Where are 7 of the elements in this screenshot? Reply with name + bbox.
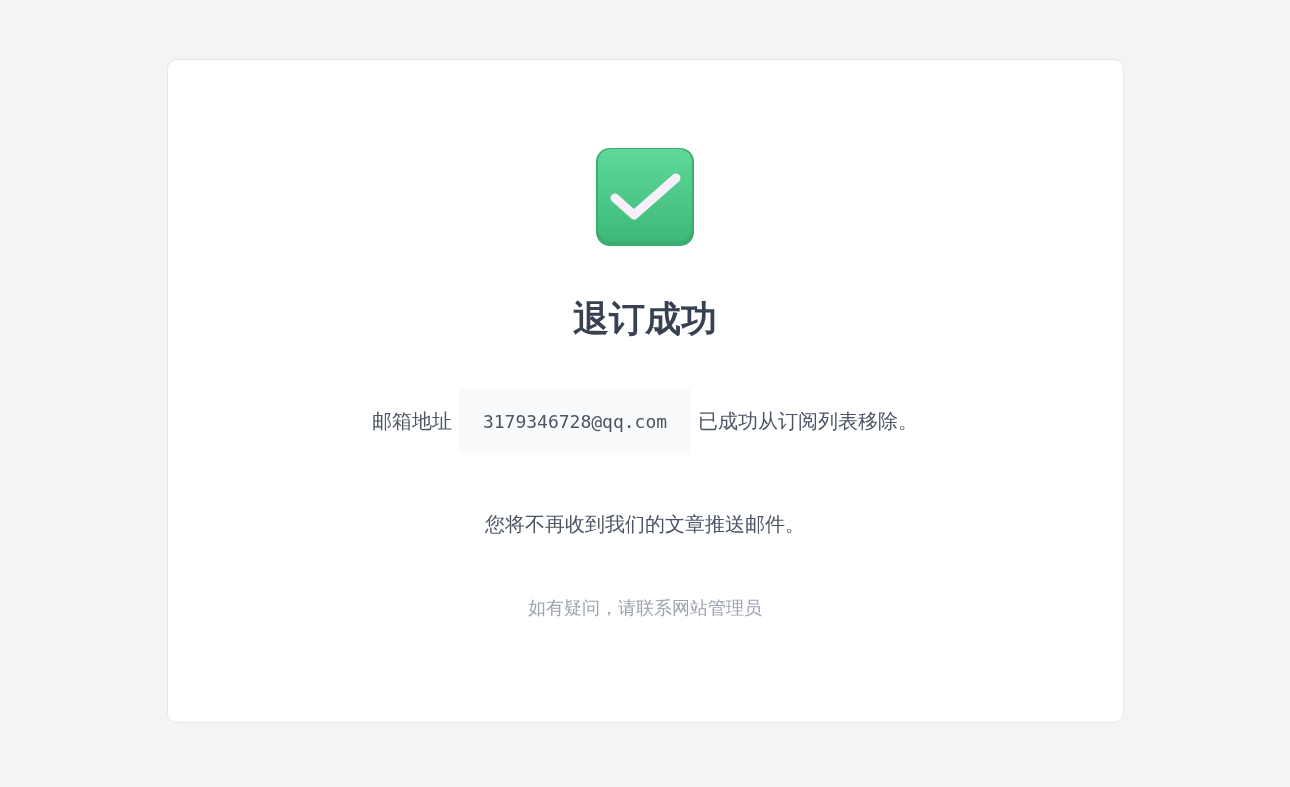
notice-text: 您将不再收到我们的文章推送邮件。 [485, 511, 805, 538]
email-address: 3179346728@qq.com [458, 388, 692, 455]
checkmark-icon [596, 148, 694, 246]
message-text: 已成功从订阅列表移除。 [698, 408, 919, 435]
page-title: 退订成功 [573, 297, 717, 341]
footer-text: 如有疑问，请联系网站管理员 [528, 596, 762, 620]
message-text: 邮箱地址 [371, 408, 452, 435]
